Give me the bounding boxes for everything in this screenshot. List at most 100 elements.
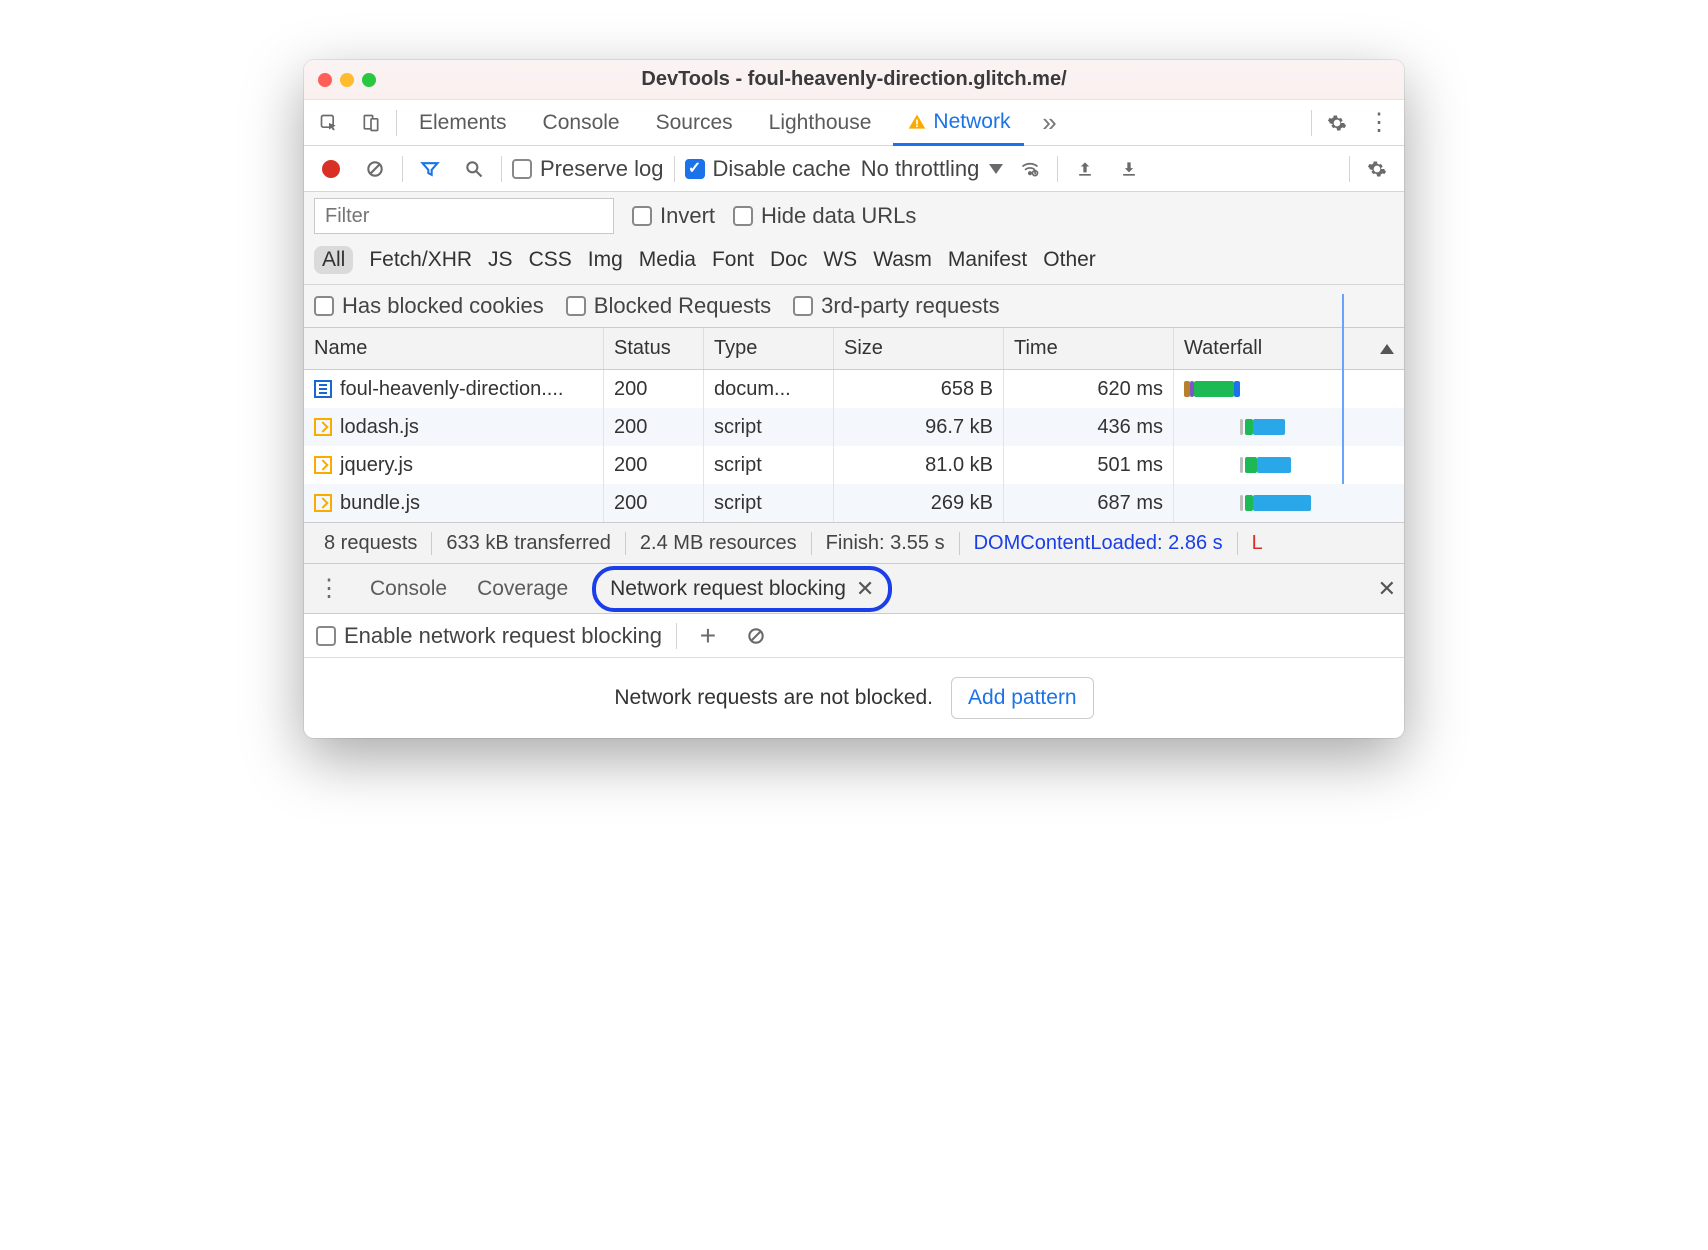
cell-size: 658 B — [834, 370, 1004, 408]
waterfall-bar — [1245, 495, 1253, 511]
preserve-log-toggle[interactable]: Preserve log — [512, 156, 664, 182]
type-chip-font[interactable]: Font — [712, 248, 754, 272]
col-size[interactable]: Size — [834, 328, 1004, 369]
tab-lighthouse[interactable]: Lighthouse — [755, 100, 886, 145]
enable-blocking-toggle[interactable]: Enable network request blocking — [316, 623, 662, 649]
download-har-icon[interactable] — [1112, 152, 1146, 186]
search-icon[interactable] — [457, 152, 491, 186]
remove-all-icon[interactable] — [739, 619, 773, 653]
table-row[interactable]: lodash.js200script96.7 kB436 ms — [304, 408, 1404, 446]
blocked-requests-toggle[interactable]: Blocked Requests — [566, 293, 771, 319]
status-dcl: DOMContentLoaded: 2.86 s — [960, 532, 1238, 555]
drawer-menu-icon[interactable]: ⋮ — [312, 572, 346, 606]
hide-data-urls-checkbox[interactable] — [733, 206, 753, 226]
waterfall-bar — [1257, 457, 1291, 473]
minimize-window-button[interactable] — [340, 73, 354, 87]
disable-cache-checkbox[interactable] — [685, 159, 705, 179]
disable-cache-toggle[interactable]: Disable cache — [685, 156, 851, 182]
type-chip-media[interactable]: Media — [639, 248, 696, 272]
type-chip-doc[interactable]: Doc — [770, 248, 807, 272]
enable-blocking-label: Enable network request blocking — [344, 623, 662, 649]
type-chip-js[interactable]: JS — [488, 248, 513, 272]
kebab-menu-icon[interactable]: ⋮ — [1362, 106, 1396, 140]
col-type[interactable]: Type — [704, 328, 834, 369]
col-name[interactable]: Name — [304, 328, 604, 369]
window-titlebar: DevTools - foul-heavenly-direction.glitc… — [304, 60, 1404, 100]
close-tab-icon[interactable]: ✕ — [856, 576, 874, 602]
network-toolbar: Preserve log Disable cache No throttling — [304, 146, 1404, 192]
filter-row: Invert Hide data URLs — [304, 192, 1404, 240]
blocked-requests-checkbox[interactable] — [566, 296, 586, 316]
add-pattern-icon[interactable]: + — [691, 619, 725, 653]
cell-status: 200 — [604, 484, 704, 522]
clear-icon[interactable] — [358, 152, 392, 186]
col-status[interactable]: Status — [604, 328, 704, 369]
drawer-tab-console[interactable]: Console — [364, 573, 453, 605]
invert-checkbox[interactable] — [632, 206, 652, 226]
col-waterfall[interactable]: Waterfall — [1174, 328, 1404, 369]
tab-elements[interactable]: Elements — [405, 100, 521, 145]
has-blocked-cookies-checkbox[interactable] — [314, 296, 334, 316]
waterfall-bar — [1194, 381, 1234, 397]
tab-network[interactable]: Network — [893, 101, 1024, 146]
close-drawer-icon[interactable]: ✕ — [1378, 576, 1396, 602]
cell-name: jquery.js — [304, 446, 604, 484]
warning-icon — [907, 112, 927, 132]
third-party-checkbox[interactable] — [793, 296, 813, 316]
throttling-select[interactable]: No throttling — [861, 156, 1004, 182]
drawer-tab-coverage[interactable]: Coverage — [471, 573, 574, 605]
panel-tabs: Elements Console Sources Lighthouse Netw… — [304, 100, 1404, 146]
preserve-log-checkbox[interactable] — [512, 159, 532, 179]
table-row[interactable]: foul-heavenly-direction....200docum...65… — [304, 370, 1404, 408]
upload-har-icon[interactable] — [1068, 152, 1102, 186]
cell-size: 81.0 kB — [834, 446, 1004, 484]
close-window-button[interactable] — [318, 73, 332, 87]
type-chip-ws[interactable]: WS — [823, 248, 857, 272]
script-file-icon — [314, 418, 332, 436]
separator — [676, 623, 677, 649]
network-conditions-icon[interactable] — [1013, 152, 1047, 186]
table-row[interactable]: jquery.js200script81.0 kB501 ms — [304, 446, 1404, 484]
traffic-lights — [304, 73, 376, 87]
type-chip-wasm[interactable]: Wasm — [873, 248, 932, 272]
filter-input[interactable] — [314, 198, 614, 234]
type-chip-manifest[interactable]: Manifest — [948, 248, 1027, 272]
type-chip-fetchxhr[interactable]: Fetch/XHR — [369, 248, 472, 272]
add-pattern-button[interactable]: Add pattern — [951, 677, 1094, 719]
cell-type: script — [704, 408, 834, 446]
filter-toggle-icon[interactable] — [413, 152, 447, 186]
separator — [674, 156, 675, 182]
type-chip-css[interactable]: CSS — [529, 248, 572, 272]
network-settings-icon[interactable] — [1360, 152, 1394, 186]
sort-asc-icon — [1380, 344, 1394, 354]
table-row[interactable]: bundle.js200script269 kB687 ms — [304, 484, 1404, 522]
settings-icon[interactable] — [1320, 106, 1354, 140]
separator — [1057, 156, 1058, 182]
tab-sources[interactable]: Sources — [642, 100, 747, 145]
has-blocked-cookies-toggle[interactable]: Has blocked cookies — [314, 293, 544, 319]
type-chip-img[interactable]: Img — [588, 248, 623, 272]
invert-toggle[interactable]: Invert — [632, 203, 715, 229]
cell-name: lodash.js — [304, 408, 604, 446]
waterfall-bar — [1245, 457, 1257, 473]
enable-blocking-checkbox[interactable] — [316, 626, 336, 646]
waterfall-bar — [1234, 381, 1240, 397]
hide-data-urls-toggle[interactable]: Hide data URLs — [733, 203, 916, 229]
tab-console[interactable]: Console — [529, 100, 634, 145]
inspect-element-icon[interactable] — [312, 106, 346, 140]
type-chip-all[interactable]: All — [314, 246, 353, 274]
drawer-tabs: ⋮ Console Coverage Network request block… — [304, 564, 1404, 614]
drawer-tab-network-request-blocking[interactable]: Network request blocking ✕ — [592, 566, 892, 612]
preserve-log-label: Preserve log — [540, 156, 664, 182]
invert-label: Invert — [660, 203, 715, 229]
zoom-window-button[interactable] — [362, 73, 376, 87]
cell-type: docum... — [704, 370, 834, 408]
waterfall-bar — [1240, 495, 1243, 511]
device-toolbar-icon[interactable] — [354, 106, 388, 140]
more-tabs-icon[interactable]: » — [1032, 106, 1066, 140]
col-time[interactable]: Time — [1004, 328, 1174, 369]
type-chip-other[interactable]: Other — [1043, 248, 1096, 272]
record-button[interactable] — [314, 152, 348, 186]
third-party-toggle[interactable]: 3rd-party requests — [793, 293, 1000, 319]
script-file-icon — [314, 494, 332, 512]
